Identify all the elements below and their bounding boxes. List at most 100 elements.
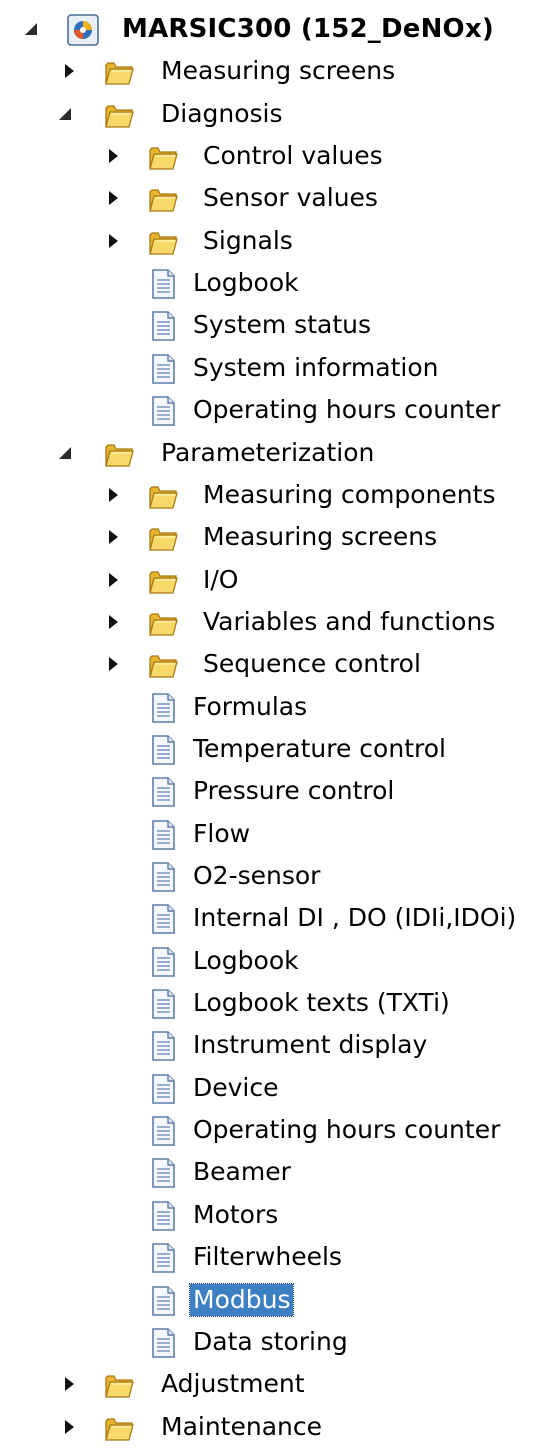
navigation-tree[interactable]: MARSIC300 (152_DeNOx) Measuring screens Di…	[0, 0, 544, 1455]
tree-item-label[interactable]: Internal DI , DO (IDIi,IDOi)	[190, 902, 519, 934]
collapsed-arrow-icon[interactable]	[60, 1375, 78, 1393]
document-icon	[146, 860, 180, 894]
tree-item-marsic300-152-denox[interactable]: MARSIC300 (152_DeNOx)	[0, 8, 544, 50]
tree-item-control-values[interactable]: Control values	[0, 135, 544, 177]
folder-icon	[146, 564, 180, 598]
tree-item-flow[interactable]: Flow	[0, 813, 544, 855]
tree-item-instrument-display[interactable]: Instrument display	[0, 1024, 544, 1066]
tree-item-measuring-screens[interactable]: Measuring screens	[0, 516, 544, 558]
tree-item-label[interactable]: Operating hours counter	[190, 1114, 503, 1146]
document-icon	[146, 1284, 180, 1318]
tree-item-adjustment[interactable]: Adjustment	[0, 1363, 544, 1405]
tree-item-label[interactable]: Measuring screens	[200, 521, 440, 553]
folder-icon	[102, 437, 136, 471]
tree-item-filterwheels[interactable]: Filterwheels	[0, 1236, 544, 1278]
folder-icon	[146, 140, 180, 174]
tree-item-label[interactable]: Logbook	[190, 945, 302, 977]
document-icon	[146, 267, 180, 301]
document-icon	[146, 1072, 180, 1106]
tree-item-operating-hours-counter[interactable]: Operating hours counter	[0, 1109, 544, 1151]
tree-item-label[interactable]: Adjustment	[158, 1368, 308, 1400]
tree-item-label[interactable]: Flow	[190, 818, 253, 850]
tree-item-label[interactable]: System information	[190, 352, 441, 384]
tree-item-label[interactable]: Device	[190, 1072, 282, 1104]
tree-item-label[interactable]: Parameterization	[158, 437, 377, 469]
tree-item-internal-di-do-idii-idoi[interactable]: Internal DI , DO (IDIi,IDOi)	[0, 897, 544, 939]
tree-item-label[interactable]: Measuring screens	[158, 55, 398, 87]
folder-icon	[146, 648, 180, 682]
tree-item-sequence-control[interactable]: Sequence control	[0, 643, 544, 685]
tree-item-sensor-values[interactable]: Sensor values	[0, 177, 544, 219]
tree-item-label[interactable]: Modbus	[188, 1282, 295, 1317]
collapsed-arrow-icon[interactable]	[104, 528, 122, 546]
tree-item-variables-and-functions[interactable]: Variables and functions	[0, 601, 544, 643]
tree-item-device[interactable]: Device	[0, 1067, 544, 1109]
folder-icon	[146, 225, 180, 259]
tree-item-label[interactable]: Operating hours counter	[190, 394, 503, 426]
tree-item-maintenance[interactable]: Maintenance	[0, 1406, 544, 1448]
collapsed-arrow-icon[interactable]	[60, 1418, 78, 1436]
tree-item-label[interactable]: Filterwheels	[190, 1241, 345, 1273]
tree-item-label[interactable]: Logbook texts (TXTi)	[190, 987, 453, 1019]
tree-item-measuring-screens[interactable]: Measuring screens	[0, 50, 544, 92]
expanded-arrow-icon[interactable]	[56, 444, 74, 462]
tree-item-label[interactable]: Logbook	[190, 267, 302, 299]
collapsed-arrow-icon[interactable]	[104, 655, 122, 673]
tree-item-label[interactable]: Variables and functions	[200, 606, 498, 638]
tree-item-label[interactable]: Pressure control	[190, 775, 397, 807]
collapsed-arrow-icon[interactable]	[104, 613, 122, 631]
document-icon	[146, 394, 180, 428]
tree-item-label[interactable]: Measuring components	[200, 479, 498, 511]
tree-item-label[interactable]: Formulas	[190, 691, 310, 723]
tree-item-modbus[interactable]: Modbus	[0, 1279, 544, 1321]
device-icon	[66, 13, 100, 47]
tree-item-o2-sensor[interactable]: O2-sensor	[0, 855, 544, 897]
tree-item-data-storing[interactable]: Data storing	[0, 1321, 544, 1363]
expanded-arrow-icon[interactable]	[56, 105, 74, 123]
tree-item-system-status[interactable]: System status	[0, 304, 544, 346]
collapsed-arrow-icon[interactable]	[104, 571, 122, 589]
tree-item-measuring-components[interactable]: Measuring components	[0, 474, 544, 516]
tree-item-label[interactable]: MARSIC300 (152_DeNOx)	[119, 13, 497, 45]
tree-item-formulas[interactable]: Formulas	[0, 686, 544, 728]
tree-item-system-information[interactable]: System information	[0, 347, 544, 389]
tree-item-label[interactable]: System status	[190, 309, 374, 341]
document-icon	[146, 1199, 180, 1233]
collapsed-arrow-icon[interactable]	[104, 486, 122, 504]
collapsed-arrow-icon[interactable]	[104, 147, 122, 165]
tree-item-label[interactable]: Temperature control	[190, 733, 449, 765]
tree-item-label[interactable]: Sequence control	[200, 648, 424, 680]
tree-item-label[interactable]: Control values	[200, 140, 386, 172]
folder-icon	[102, 98, 136, 132]
document-icon	[146, 987, 180, 1021]
tree-item-signals[interactable]: Signals	[0, 220, 544, 262]
tree-item-label[interactable]: I/O	[200, 564, 241, 596]
tree-item-label[interactable]: Sensor values	[200, 182, 381, 214]
tree-item-beamer[interactable]: Beamer	[0, 1151, 544, 1193]
tree-item-label[interactable]: Diagnosis	[158, 98, 286, 130]
tree-item-parameterization[interactable]: Parameterization	[0, 432, 544, 474]
tree-item-label[interactable]: Motors	[190, 1199, 281, 1231]
tree-item-i-o[interactable]: I/O	[0, 559, 544, 601]
tree-item-label[interactable]: Data storing	[190, 1326, 351, 1358]
tree-item-label[interactable]: Maintenance	[158, 1411, 325, 1443]
tree-item-temperature-control[interactable]: Temperature control	[0, 728, 544, 770]
tree-item-logbook-texts-txti[interactable]: Logbook texts (TXTi)	[0, 982, 544, 1024]
tree-item-label[interactable]: Instrument display	[190, 1029, 430, 1061]
tree-item-label[interactable]: Signals	[200, 225, 296, 257]
tree-item-operating-hours-counter[interactable]: Operating hours counter	[0, 389, 544, 431]
tree-item-motors[interactable]: Motors	[0, 1194, 544, 1236]
document-icon	[146, 1029, 180, 1063]
folder-icon	[146, 182, 180, 216]
collapsed-arrow-icon[interactable]	[60, 62, 78, 80]
tree-item-diagnosis[interactable]: Diagnosis	[0, 93, 544, 135]
tree-item-label[interactable]: Beamer	[190, 1156, 294, 1188]
collapsed-arrow-icon[interactable]	[104, 232, 122, 250]
tree-item-pressure-control[interactable]: Pressure control	[0, 770, 544, 812]
tree-item-label[interactable]: O2-sensor	[190, 860, 323, 892]
tree-item-logbook[interactable]: Logbook	[0, 940, 544, 982]
collapsed-arrow-icon[interactable]	[104, 189, 122, 207]
tree-item-logbook[interactable]: Logbook	[0, 262, 544, 304]
folder-icon	[102, 1368, 136, 1402]
expanded-arrow-icon[interactable]	[22, 20, 40, 38]
